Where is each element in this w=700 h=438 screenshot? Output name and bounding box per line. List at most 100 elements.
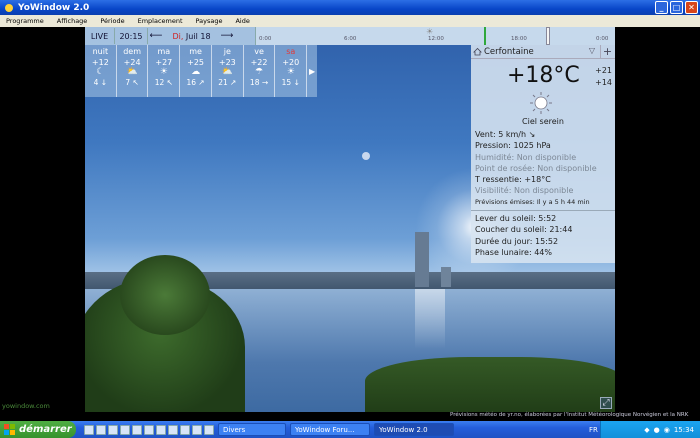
menu-affichage[interactable]: Affichage (57, 17, 88, 25)
sunrise-row: Lever du soleil: 5:52 (475, 214, 557, 223)
forecast-day[interactable]: je +23 ⛅ 21 ↗ (212, 45, 244, 97)
language-indicator[interactable]: FR (589, 426, 598, 434)
windows-logo-icon (4, 424, 15, 435)
sun-icon: ☀ (286, 67, 295, 77)
quick-launch (84, 424, 214, 435)
forecast-day[interactable]: nuit +12 ☾ 4 ↓ (85, 45, 117, 97)
quicklaunch-icon[interactable] (96, 424, 106, 435)
close-button[interactable]: ✕ (685, 1, 698, 14)
date-label: Di, Juil 18 (164, 32, 219, 41)
menu-bar: Programme Affichage Période Emplacement … (0, 15, 700, 27)
tray-icon[interactable]: ◉ (664, 426, 670, 434)
date-rest: Juil 18 (183, 31, 211, 41)
forecast-wind: 15 ↓ (281, 78, 300, 87)
cloud-icon: ☁ (191, 67, 201, 77)
quicklaunch-icon[interactable] (204, 424, 214, 435)
forecast-day[interactable]: ma +27 ☀ 12 ↖ (148, 45, 181, 97)
sun-reflection (415, 289, 445, 349)
add-location-button[interactable]: + (600, 45, 614, 58)
menu-emplacement[interactable]: Emplacement (138, 17, 183, 25)
chevron-down-icon[interactable]: ▽ (589, 46, 595, 55)
next-day-button[interactable]: ⟶ (219, 31, 235, 41)
menu-aide[interactable]: Aide (235, 17, 249, 25)
menu-periode[interactable]: Période (100, 17, 124, 25)
quicklaunch-icon[interactable] (180, 424, 190, 435)
timeline-label: 12:00 (428, 36, 444, 42)
sun-icon (530, 92, 552, 114)
forecast-wind: 7 ↖ (125, 78, 139, 87)
quicklaunch-icon[interactable] (132, 424, 142, 435)
task-yowindow[interactable]: YoWindow 2.0 (374, 423, 454, 436)
forecast-temp: +20 (282, 58, 300, 67)
menu-programme[interactable]: Programme (6, 17, 44, 25)
desktop: YoWindow 2.0 _ □ ✕ Programme Affichage P… (0, 0, 700, 438)
forecast-day-name: je (223, 47, 231, 56)
maximize-button[interactable]: □ (670, 1, 683, 14)
timeline[interactable]: 0:00 6:00 ☀ 12:00 18:00 0:00 (255, 27, 615, 45)
timeline-handle[interactable] (546, 27, 550, 45)
quicklaunch-icon[interactable] (108, 424, 118, 435)
foreground-grass (365, 357, 615, 412)
timeline-now-marker (484, 27, 486, 45)
forecast-next-icon[interactable]: ▶ (307, 45, 317, 97)
minimize-button[interactable]: _ (655, 1, 668, 14)
humidity-row: Humidité: Non disponible (475, 152, 577, 162)
quicklaunch-icon[interactable] (168, 424, 178, 435)
window-titlebar[interactable]: YoWindow 2.0 _ □ ✕ (0, 0, 700, 15)
fullscreen-icon[interactable]: ⤢ (600, 397, 612, 409)
rain-cloud-icon: ☂ (255, 67, 264, 77)
sun-icon: ☀ (426, 27, 434, 36)
task-label: YoWindow 2.0 (379, 425, 428, 434)
forecast-wind: 18 → (249, 78, 269, 87)
tray-icon[interactable]: ● (654, 426, 660, 434)
menu-paysage[interactable]: Paysage (196, 17, 223, 25)
quicklaunch-icon[interactable] (192, 424, 202, 435)
task-label: Divers (223, 425, 246, 434)
forecast-wind: 4 ↓ (93, 78, 108, 87)
site-credit[interactable]: yowindow.com (2, 402, 50, 410)
sunset-row: Coucher du soleil: 21:44 (475, 225, 573, 235)
foreground-bush (120, 255, 210, 335)
forecast-day-name: ve (254, 47, 264, 56)
prev-day-button[interactable]: ⟵ (148, 31, 164, 41)
quicklaunch-icon[interactable] (156, 424, 166, 435)
forecast-day[interactable]: dem +24 ⛅ 7 ↖ (117, 45, 149, 97)
tower (415, 232, 429, 287)
task-divers[interactable]: Divers (218, 423, 286, 436)
forecast-wind: 16 ↗ (186, 78, 205, 87)
task-label: YoWindow Foru... (295, 425, 355, 434)
partly-cloudy-icon: ⛅ (221, 67, 233, 77)
start-button[interactable]: démarrer (0, 421, 76, 438)
forecast-strip: nuit +12 ☾ 4 ↓ dem +24 ⛅ 7 ↖ ma +27 ☀ 12 ↖ me +25 ☁ 16 … (85, 45, 317, 97)
forecast-day[interactable]: ve +22 ☂ 18 → (244, 45, 276, 97)
location-row[interactable]: Cerfontaine ▽ + (471, 45, 615, 59)
feels-like-row: T ressentie: +18°C (475, 175, 551, 185)
wind-row: Vent: 5 km/h ↘ (475, 130, 536, 139)
sky-condition: Ciel serein (522, 117, 564, 126)
tray-icon[interactable]: ◆ (644, 426, 649, 434)
daylength-row: Durée du jour: 15:52 (475, 236, 559, 246)
system-tray: FR ◆ ● ◉ 15:34 (589, 421, 700, 438)
quicklaunch-icon[interactable] (120, 424, 130, 435)
forecast-day[interactable]: sa +20 ☀ 15 ↓ (275, 45, 308, 97)
forecast-temp: +27 (155, 58, 173, 67)
date-day: Di, (172, 31, 184, 41)
task-yowindow-forum[interactable]: YoWindow Foru... (290, 423, 370, 436)
forecast-day[interactable]: me +25 ☁ 16 ↗ (180, 45, 212, 97)
forecast-credits[interactable]: Prévisions météo de yr.no, élaborées par… (450, 412, 688, 418)
timeline-label: 18:00 (511, 36, 527, 42)
current-time: 20:15 (115, 28, 148, 44)
weather-details: Vent: 5 km/h ↘ Pression: 1025 hPa Humidi… (475, 129, 597, 208)
location-name: Cerfontaine (484, 46, 534, 57)
forecast-temp: +25 (187, 58, 205, 67)
quicklaunch-icon[interactable] (144, 424, 154, 435)
forecast-wind: 21 ↗ (218, 78, 237, 87)
current-temperature: +18°C (507, 63, 580, 88)
live-button[interactable]: LIVE (85, 28, 115, 44)
divider (471, 210, 615, 211)
moon-phase-row: Phase lunaire: 44% (475, 247, 552, 257)
moon-icon (362, 152, 370, 160)
quicklaunch-icon[interactable] (84, 424, 94, 435)
visibility-row: Visibilité: Non disponible (475, 186, 574, 196)
forecast-day-name: nuit (92, 47, 109, 56)
